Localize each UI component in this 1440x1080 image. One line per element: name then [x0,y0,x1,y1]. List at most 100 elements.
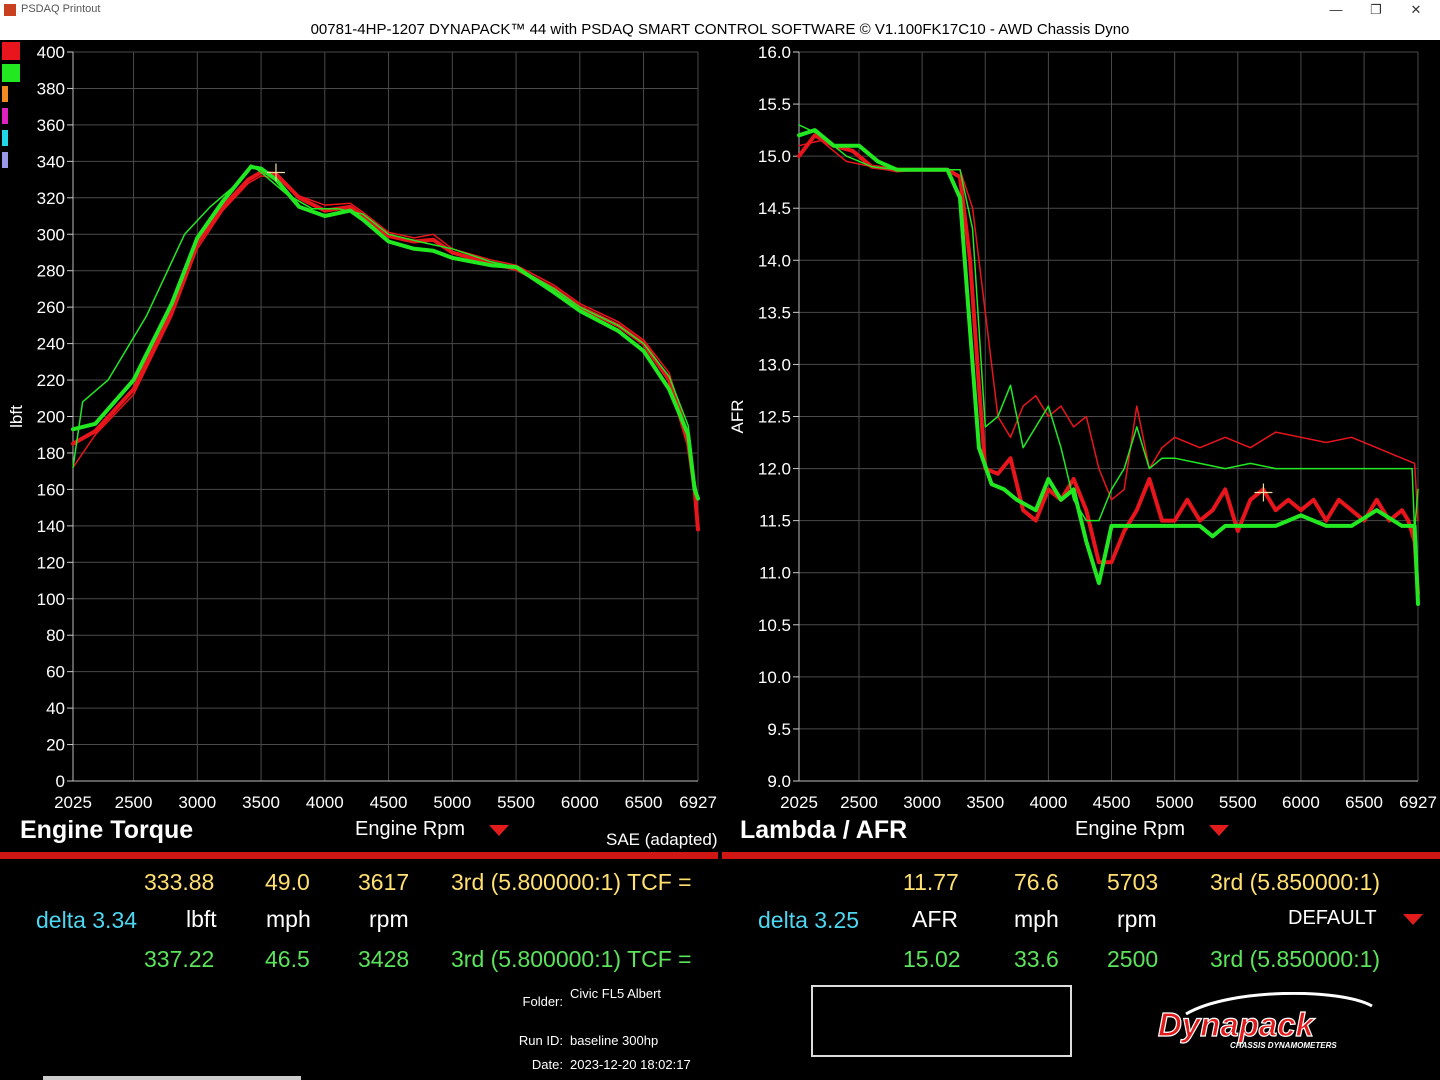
y-tick-label: 15.0 [758,147,791,166]
torque-speed-unit: mph [266,906,311,932]
torque-peak-rpm: 3428 [358,946,410,972]
torque-chart: 0 20 40 60 80 100 120 140 160 180 200 220 240 260 280 3… [7,43,717,812]
torque-peak-value: 337.22 [144,946,215,972]
y-tick-label: 120 [37,553,65,572]
y-tick-label: 16.0 [758,43,791,62]
torque-cursor-value: 333.88 [144,869,215,895]
run-id-value: baseline 300hp [570,1033,659,1048]
y-tick-label: 12.5 [758,408,791,427]
x-tick-label: 6500 [625,793,663,812]
y-tick-label: 14.0 [758,251,791,270]
torque-title: Engine Torque [20,816,194,844]
y-tick-label: 300 [37,225,65,244]
x-tick-label: 6927 [1399,793,1437,812]
afr-chart: 9.0 9.5 10.0 10.5 11.0 11.5 12.0 12.5 13.0 13.5 14… [728,43,1437,812]
x-tick-label: 5500 [497,793,535,812]
folder-label: Folder: [522,994,563,1009]
series-line-red-1 [798,139,1419,522]
y-tick-label: 220 [37,371,65,390]
y-tick-label: 20 [46,736,65,755]
torque-delta: delta 3.34 [36,907,138,933]
torque-axis-dropdown-icon[interactable] [489,825,509,836]
y-axis-label: lbft [7,405,26,428]
notes-box[interactable] [811,985,1072,1057]
series-line-green-2 [71,164,700,501]
afr-cursor-gear: 3rd (5.850000:1) [1210,869,1381,895]
y-tick-label: 100 [37,590,65,609]
y-tick-label: 15.5 [758,95,791,114]
afr-cursor-rpm: 5703 [1107,869,1159,895]
torque-peak-gear: 3rd (5.800000:1) TCF = [451,946,692,972]
torque-xlabel: Engine Rpm [355,818,466,840]
afr-unit: AFR [912,906,958,932]
x-tick-label: 5000 [1156,793,1194,812]
preset-dropdown-icon[interactable] [1403,914,1423,925]
report-header: 00781-4HP-1207 DYNAPACK™ 44 with PSDAQ S… [0,20,1440,40]
y-tick-label: 12.0 [758,460,791,479]
y-tick-label: 360 [37,116,65,135]
y-tick-label: 240 [37,335,65,354]
afr-speed-unit: mph [1014,906,1059,932]
y-tick-label: 140 [37,517,65,536]
torque-cursor-gear: 3rd (5.800000:1) TCF = [451,869,692,895]
x-tick-label: 5500 [1219,793,1257,812]
x-tick-label: 3000 [178,793,216,812]
folder-value: Civic FL5 Albert [570,986,662,1001]
y-tick-label: 180 [37,444,65,463]
series-line-red-1 [72,175,699,527]
afr-start-gear: 3rd (5.850000:1) [1210,946,1381,972]
x-tick-label: 5000 [433,793,471,812]
x-tick-label: 6000 [1282,793,1320,812]
series-line-red-0 [71,170,700,532]
torque-cursor-rpm: 3617 [358,869,410,895]
x-tick-label: 3500 [966,793,1004,812]
torque-cursor-speed: 49.0 [265,869,310,895]
y-tick-label: 9.0 [767,772,791,791]
window-titlebar: PSDAQ Printout — ❐ ✕ [0,0,1440,20]
dyno-plots: 0 20 40 60 80 100 120 140 160 180 200 220 240 260 280 3… [7,43,1437,812]
preset-select[interactable]: DEFAULT [1288,907,1377,930]
series-line-green-3 [798,124,1419,532]
window-title: PSDAQ Printout [21,3,101,15]
afr-cursor-speed: 76.6 [1014,869,1059,895]
torque-rpm-unit: rpm [369,906,409,932]
y-tick-label: 380 [37,79,65,98]
y-tick-label: 13.5 [758,303,791,322]
y-tick-label: 200 [37,408,65,427]
afr-title: Lambda / AFR [740,816,908,844]
y-tick-label: 340 [37,152,65,171]
x-tick-label: 3000 [903,793,941,812]
x-tick-label: 6500 [1345,793,1383,812]
series-line-green-2 [797,128,1420,606]
scrollbar[interactable] [43,1076,301,1080]
y-tick-label: 10.5 [758,616,791,635]
x-tick-label: 2500 [840,793,878,812]
left-divider [0,852,718,859]
x-tick-label: 2025 [780,793,818,812]
afr-rpm-unit: rpm [1117,906,1157,932]
y-axis-label: AFR [728,400,747,434]
x-tick-label: 2500 [115,793,153,812]
logo-tagline: CHASSIS DYNAMOMETERS [1230,1041,1337,1050]
date-label: Date: [531,1057,563,1072]
x-tick-label: 4000 [306,793,344,812]
restore-button[interactable]: ❐ [1358,1,1394,19]
y-tick-label: 11.0 [759,564,791,583]
y-tick-label: 160 [37,480,65,499]
app-icon [4,4,16,16]
right-divider [722,852,1440,859]
x-tick-label: 6000 [561,793,599,812]
x-tick-label: 6927 [679,793,717,812]
torque-peak-speed: 46.5 [265,946,310,972]
x-tick-label: 4500 [370,793,408,812]
y-tick-label: 14.5 [758,199,791,218]
series-line-green-3 [72,164,699,500]
afr-xlabel: Engine Rpm [1075,818,1186,840]
close-button[interactable]: ✕ [1398,1,1434,19]
y-tick-label: 10.0 [758,668,791,687]
torque-unit: lbft [186,906,217,932]
x-tick-label: 3500 [242,793,280,812]
y-tick-label: 9.5 [767,720,791,739]
afr-axis-dropdown-icon[interactable] [1209,825,1229,836]
minimize-button[interactable]: — [1318,1,1354,19]
